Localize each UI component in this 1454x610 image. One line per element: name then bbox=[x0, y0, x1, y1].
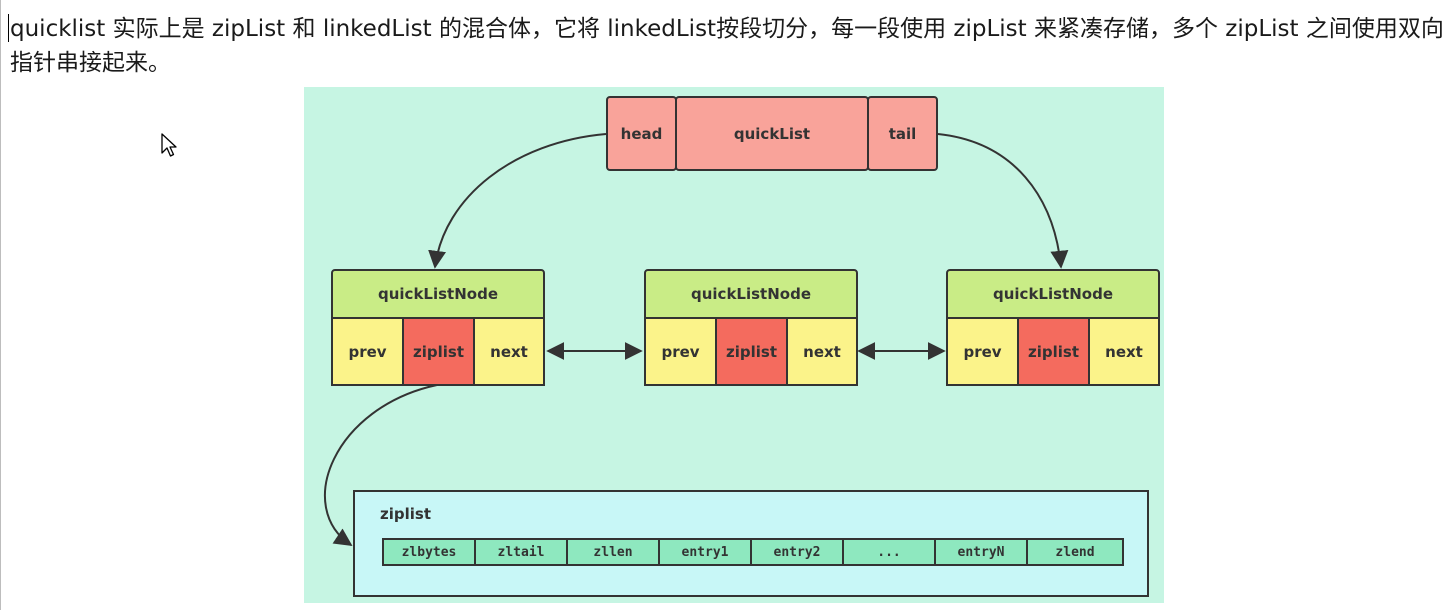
page-left-border bbox=[0, 0, 1, 610]
ziplist-cell-zlend: zlend bbox=[1026, 538, 1124, 566]
node-2-title: quickListNode bbox=[644, 269, 858, 319]
quicklist-tail: tail bbox=[867, 96, 938, 171]
node-3-next: next bbox=[1088, 317, 1160, 386]
node-1-next: next bbox=[473, 317, 545, 386]
node-3-prev: prev bbox=[946, 317, 1019, 386]
node-1-prev: prev bbox=[331, 317, 404, 386]
ziplist-cell-ellipsis: ... bbox=[842, 538, 936, 566]
node-1-ziplist: ziplist bbox=[402, 317, 475, 386]
node-1-title: quickListNode bbox=[331, 269, 545, 319]
node-2-prev: prev bbox=[644, 317, 717, 386]
ziplist-cell-zltail: zltail bbox=[474, 538, 568, 566]
intro-paragraph: quicklist 实际上是 zipList 和 linkedList 的混合体… bbox=[10, 16, 1444, 76]
quicklist-diagram: head quickList tail quickListNode prev z… bbox=[304, 87, 1164, 603]
ziplist-title: ziplist bbox=[380, 505, 431, 523]
ziplist-cell-zllen: zllen bbox=[566, 538, 660, 566]
node-2-ziplist: ziplist bbox=[715, 317, 788, 386]
node-3-ziplist: ziplist bbox=[1017, 317, 1090, 386]
quicklist-title: quickList bbox=[675, 96, 869, 171]
ziplist-cell-zlbytes: zlbytes bbox=[382, 538, 476, 566]
ziplist-cell-entry1: entry1 bbox=[658, 538, 752, 566]
tail-arrow bbox=[937, 133, 1069, 269]
text-caret bbox=[8, 14, 9, 42]
head-arrow bbox=[428, 133, 607, 269]
quicklist-head: head bbox=[606, 96, 677, 171]
ziplist-cell-entryN: entryN bbox=[934, 538, 1028, 566]
mouse-cursor-icon bbox=[161, 133, 179, 163]
ziplist-cell-entry2: entry2 bbox=[750, 538, 844, 566]
node-3-title: quickListNode bbox=[946, 269, 1160, 319]
node-2-next: next bbox=[786, 317, 858, 386]
